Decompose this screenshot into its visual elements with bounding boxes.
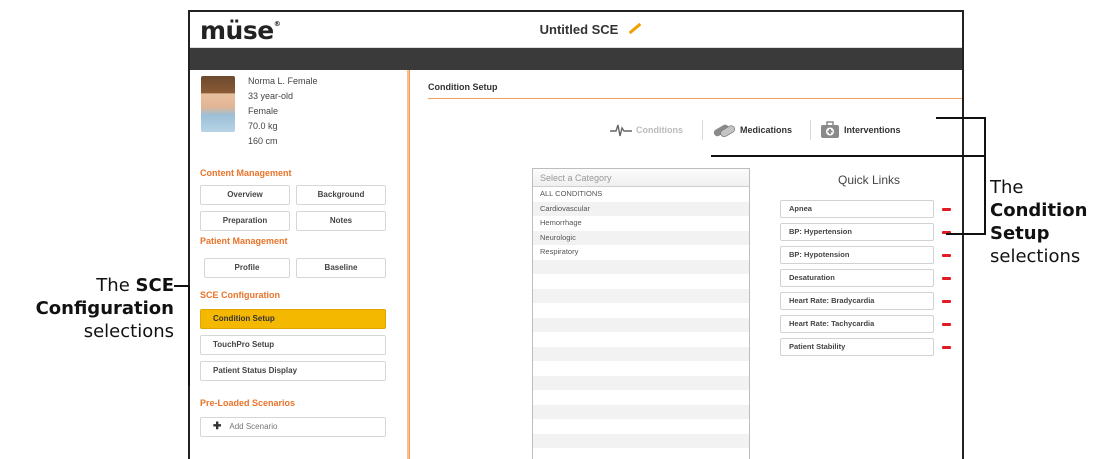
toolbar-strip (190, 48, 962, 70)
callout-line-3: selections (83, 321, 174, 342)
quick-link-bradycardia[interactable]: Heart Rate: Bradycardia (780, 292, 934, 310)
empty-row (533, 390, 749, 405)
tab-interventions-label: Interventions (844, 125, 901, 135)
category-list: Select a Category ALL CONDITIONS Cardiov… (532, 168, 750, 459)
muse-app-window: müse® Untitled SCE Norma L. Female 33 ye… (188, 10, 964, 459)
patient-weight: 70.0 kg (248, 121, 278, 131)
content-management-heading: Content Management (200, 168, 292, 178)
add-scenario-label: Add Scenario (229, 422, 278, 431)
empty-row (533, 375, 749, 390)
condition-setup-heading: Condition Setup (428, 82, 498, 92)
patient-avatar (201, 76, 235, 132)
condition-setup-button[interactable]: Condition Setup (200, 309, 386, 329)
category-select[interactable]: Select a Category (533, 169, 749, 187)
list-item[interactable]: Respiratory (533, 245, 749, 260)
patient-height: 160 cm (248, 136, 278, 146)
pills-icon (713, 124, 735, 138)
empty-row (533, 448, 749, 459)
empty-row (533, 346, 749, 361)
callout-bracket (188, 286, 190, 386)
remove-icon[interactable] (942, 300, 951, 303)
quick-link-desaturation[interactable]: Desaturation (780, 269, 934, 287)
patient-sex: Female (248, 106, 279, 116)
quick-links-title: Quick Links (838, 173, 901, 187)
empty-row (533, 419, 749, 434)
empty-row (533, 288, 749, 303)
profile-button[interactable]: Profile (204, 258, 290, 278)
add-scenario-button[interactable]: ✚ Add Scenario (200, 417, 386, 437)
condition-setup-callout: The Condition Setup selections (990, 176, 1087, 268)
main-panel: Condition Setup Conditions Medications I… (410, 70, 962, 459)
empty-row (533, 317, 749, 332)
notes-button[interactable]: Notes (296, 211, 386, 231)
callout-line-2: Condition (990, 200, 1088, 221)
remove-icon[interactable] (942, 323, 951, 326)
callout-connector (711, 155, 986, 157)
sce-configuration-callout: The SCE Configuration selections (36, 274, 174, 343)
empty-row (533, 259, 749, 274)
list-item[interactable]: Neurologic (533, 230, 749, 245)
list-item[interactable]: Cardiovascular (533, 201, 749, 216)
sidebar: Norma L. Female 33 year-old Female 70.0 … (190, 70, 410, 459)
callout-line-2: Configuration (35, 298, 174, 319)
patient-name: Norma L. Female (248, 76, 318, 86)
touchpro-setup-button[interactable]: TouchPro Setup (200, 335, 386, 355)
quick-link-patient-stability[interactable]: Patient Stability (780, 338, 934, 356)
empty-row (533, 361, 749, 376)
remove-icon[interactable] (942, 254, 951, 257)
category-rows: ALL CONDITIONS Cardiovascular Hemorrhage… (533, 187, 749, 459)
list-item[interactable]: ALL CONDITIONS (533, 187, 749, 202)
sce-configuration-heading: SCE Configuration (200, 290, 280, 300)
preparation-button[interactable]: Preparation (200, 211, 290, 231)
remove-icon[interactable] (942, 208, 951, 211)
remove-icon[interactable] (942, 346, 951, 349)
tab-interventions[interactable]: Interventions (820, 118, 901, 142)
remove-icon[interactable] (942, 277, 951, 280)
tab-medications-label: Medications (740, 125, 793, 135)
top-bar: müse® Untitled SCE (190, 12, 962, 48)
callout-line-1: The SCE (96, 275, 174, 296)
plus-icon: ✚ (213, 421, 222, 432)
pencil-icon[interactable] (629, 22, 642, 35)
empty-row (533, 433, 749, 448)
list-item[interactable]: Hemorrhage (533, 216, 749, 231)
tab-conditions-label: Conditions (636, 125, 683, 135)
tab-medications[interactable]: Medications (712, 118, 792, 142)
quick-link-bp-hypotension[interactable]: BP: Hypotension (780, 246, 934, 264)
overview-button[interactable]: Overview (200, 185, 290, 205)
background-button[interactable]: Background (296, 185, 386, 205)
patient-age: 33 year-old (248, 91, 294, 101)
callout-line-1: The (990, 177, 1024, 198)
callout-connector (936, 117, 986, 119)
patient-info: Norma L. Female 33 year-old Female 70.0 … (248, 74, 318, 149)
heading-divider (428, 98, 962, 99)
callout-line-4: selections (990, 246, 1081, 267)
patient-status-display-button[interactable]: Patient Status Display (200, 361, 386, 381)
tab-divider (702, 120, 703, 140)
empty-row (533, 303, 749, 318)
baseline-button[interactable]: Baseline (296, 258, 386, 278)
patient-management-heading: Patient Management (200, 236, 288, 246)
quick-link-apnea[interactable]: Apnea (780, 200, 934, 218)
callout-line-3: Setup (990, 223, 1050, 244)
document-title: Untitled SCE (190, 22, 962, 37)
callout-connector (946, 233, 986, 235)
callout-bracket (984, 117, 986, 235)
ecg-waveform-icon (610, 124, 632, 137)
empty-row (533, 404, 749, 419)
document-title-text: Untitled SCE (539, 22, 619, 37)
tab-conditions[interactable]: Conditions (610, 118, 683, 142)
pre-loaded-scenarios-heading: Pre-Loaded Scenarios (200, 398, 296, 408)
medkit-icon (821, 121, 839, 138)
quick-link-tachycardia[interactable]: Heart Rate: Tachycardia (780, 315, 934, 333)
empty-row (533, 332, 749, 347)
quick-link-bp-hypertension[interactable]: BP: Hypertension (780, 223, 934, 241)
tab-divider (810, 120, 811, 140)
empty-row (533, 274, 749, 289)
